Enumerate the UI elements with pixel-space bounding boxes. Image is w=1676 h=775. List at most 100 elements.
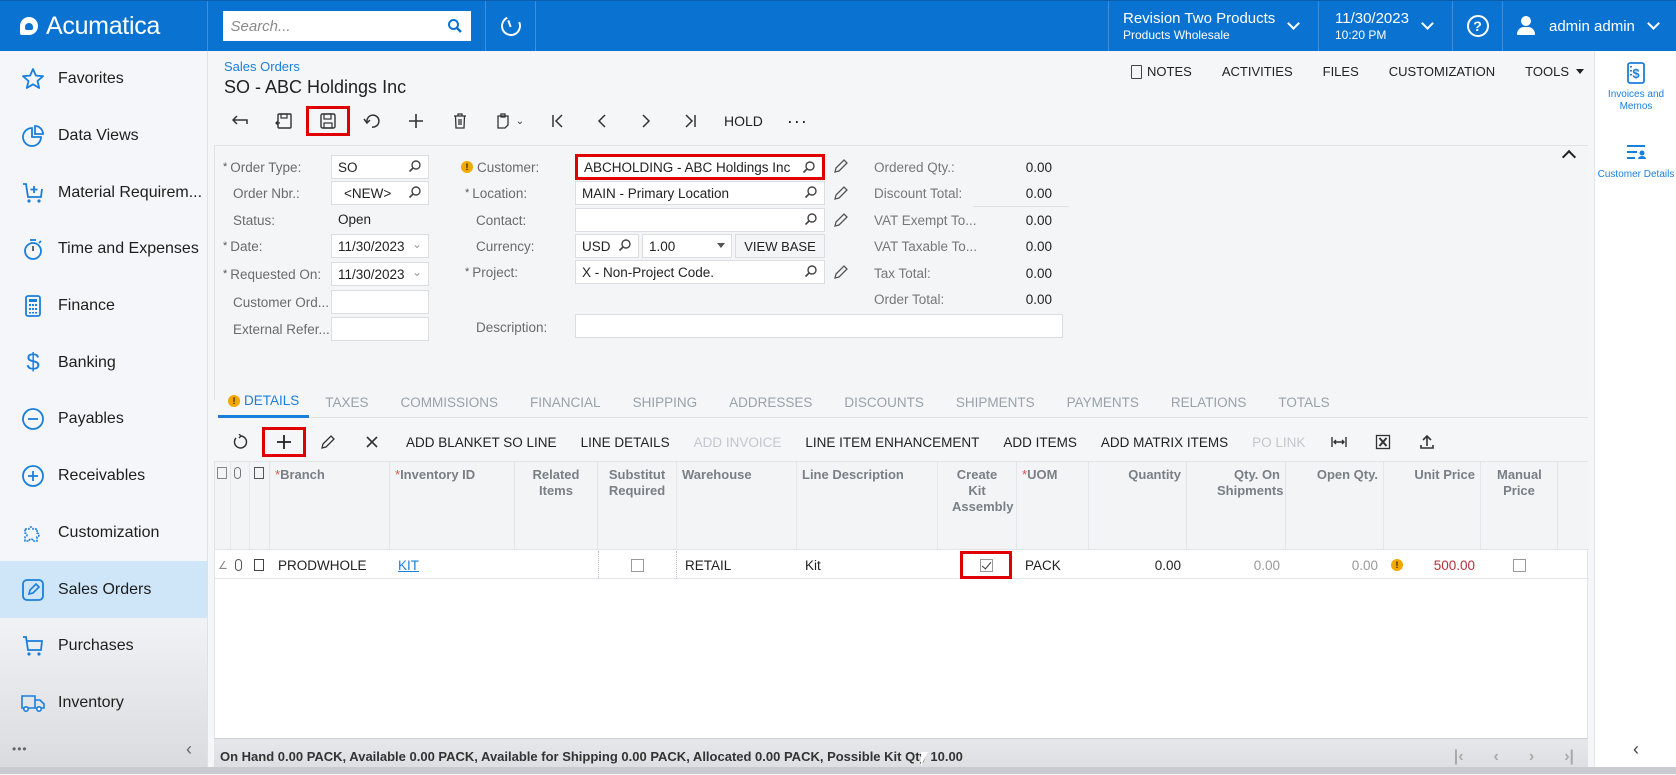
files-link[interactable]: FILES xyxy=(1323,64,1359,79)
edit-project-icon[interactable] xyxy=(833,264,849,280)
chevron-down-icon[interactable]: ⌄ xyxy=(412,237,422,251)
search-input[interactable] xyxy=(230,17,447,35)
lookup-icon[interactable] xyxy=(408,185,422,199)
save-button[interactable] xyxy=(306,106,350,136)
chevron-down-icon[interactable]: ⌄ xyxy=(412,265,422,279)
row-attachment-icon[interactable] xyxy=(231,551,250,579)
column-header-branch[interactable]: *Branch xyxy=(270,462,390,550)
customization-link[interactable]: CUSTOMIZATION xyxy=(1389,64,1495,79)
edit-customer-icon[interactable] xyxy=(833,158,849,174)
previous-record-button[interactable] xyxy=(580,106,624,136)
customer-order-field[interactable] xyxy=(331,290,429,314)
description-field[interactable] xyxy=(575,314,1063,338)
first-record-button[interactable] xyxy=(536,106,580,136)
cell-inventory-id[interactable]: KIT xyxy=(390,551,515,579)
requested-on-field[interactable]: 11/30/2023 ⌄ xyxy=(331,262,429,286)
search-box[interactable] xyxy=(222,11,471,41)
sidebar-item-sales-orders[interactable]: Sales Orders xyxy=(0,561,207,618)
business-date-selector[interactable]: 11/30/2023 10:20 PM xyxy=(1318,0,1452,52)
export-excel-button[interactable] xyxy=(1361,427,1405,457)
column-header-inventory-id[interactable]: *Inventory ID xyxy=(390,462,515,550)
sidebar-item-finance[interactable]: Finance xyxy=(0,278,207,335)
row-selector-header[interactable] xyxy=(215,462,231,550)
fit-columns-button[interactable] xyxy=(1317,427,1361,457)
tab-commissions[interactable]: COMMISSIONS xyxy=(385,386,515,418)
add-new-button[interactable] xyxy=(394,106,438,136)
cell-manual-price[interactable] xyxy=(1481,551,1558,579)
external-ref-field[interactable] xyxy=(331,317,429,341)
refresh-button[interactable] xyxy=(218,427,262,457)
column-header-warehouse[interactable]: Warehouse xyxy=(677,462,797,550)
search-icon[interactable] xyxy=(447,18,463,34)
sidebar-item-receivables[interactable]: Receivables xyxy=(0,448,207,505)
column-header-quantity[interactable]: Quantity xyxy=(1089,462,1187,550)
first-page-icon[interactable]: |‹ xyxy=(1454,748,1464,766)
row-note-icon[interactable] xyxy=(250,551,270,579)
tab-addresses[interactable]: ADDRESSES xyxy=(713,386,828,418)
collapse-sidebar-icon[interactable]: ‹ xyxy=(186,739,192,760)
sidebar-item-banking[interactable]: $ Banking xyxy=(0,334,207,391)
tab-financial[interactable]: FINANCIAL xyxy=(514,386,617,418)
activities-link[interactable]: ACTIVITIES xyxy=(1222,64,1293,79)
substitute-required-checkbox[interactable] xyxy=(631,558,644,572)
cell-create-kit-assembly[interactable] xyxy=(960,551,1012,579)
add-invoice-button[interactable]: ADD INVOICE xyxy=(682,435,794,450)
create-kit-assembly-checkbox[interactable] xyxy=(979,558,993,572)
cell-quantity[interactable]: 0.00 xyxy=(1089,551,1187,579)
add-items-button[interactable]: ADD ITEMS xyxy=(991,435,1089,450)
customer-field[interactable]: ABCHOLDING - ABC Holdings Inc xyxy=(575,154,825,180)
add-blanket-so-line-button[interactable]: ADD BLANKET SO LINE xyxy=(394,435,569,450)
column-header-uom[interactable]: *UOM xyxy=(1017,462,1089,550)
recent-history-button[interactable] xyxy=(486,0,536,52)
order-nbr-field[interactable]: <NEW> xyxy=(331,181,429,205)
tab-totals[interactable]: TOTALS xyxy=(1262,386,1345,418)
tab-discounts[interactable]: DISCOUNTS xyxy=(828,386,940,418)
order-type-field[interactable]: SO xyxy=(331,155,429,179)
sidebar-item-data-views[interactable]: Data Views xyxy=(0,108,207,165)
collapse-right-panel-icon[interactable]: ‹ xyxy=(1595,739,1676,760)
currency-rate-field[interactable]: 1.00 xyxy=(642,234,732,258)
branch-selector[interactable]: Revision Two Products Products Wholesale xyxy=(1108,0,1318,52)
sidebar-item-time-and-expenses[interactable]: Time and Expenses xyxy=(0,221,207,278)
lookup-icon[interactable] xyxy=(804,212,818,226)
next-page-icon[interactable]: › xyxy=(1529,748,1534,766)
lookup-icon[interactable] xyxy=(408,159,422,173)
tab-shipping[interactable]: SHIPPING xyxy=(617,386,714,418)
sidebar-item-favorites[interactable]: Favorites xyxy=(0,51,207,108)
hold-button[interactable]: HOLD xyxy=(712,106,775,136)
invoices-and-memos-link[interactable]: $ Invoices and Memos xyxy=(1595,61,1676,113)
delete-button[interactable] xyxy=(438,106,482,136)
column-header-create-kit-assembly[interactable]: Create Kit Assembly xyxy=(938,462,1017,550)
copy-paste-menu[interactable]: ⌄ xyxy=(482,106,536,136)
manual-price-checkbox[interactable] xyxy=(1513,558,1526,572)
po-link-button[interactable]: PO LINK xyxy=(1240,435,1317,450)
tab-relations[interactable]: RELATIONS xyxy=(1155,386,1263,418)
cell-unit-price[interactable]: 500.00 xyxy=(1407,551,1481,579)
table-row[interactable]: ∠ PRODWHOLE KIT RETAIL Kit PACK 0.00 0.0… xyxy=(215,551,1589,579)
user-menu[interactable]: admin admin xyxy=(1502,0,1676,52)
date-field[interactable]: 11/30/2023 ⌄ xyxy=(331,234,429,258)
more-menu-button[interactable]: ••• xyxy=(12,742,28,756)
lookup-icon[interactable] xyxy=(802,160,816,174)
column-header-qty-on-shipments[interactable]: Qty. On Shipments xyxy=(1187,462,1286,550)
cell-substitute-required[interactable] xyxy=(598,551,677,579)
previous-page-icon[interactable]: ‹ xyxy=(1494,748,1499,766)
notes-link[interactable]: NOTES xyxy=(1131,64,1192,79)
tab-taxes[interactable]: TAXES xyxy=(309,386,384,418)
last-record-button[interactable] xyxy=(668,106,712,136)
acumatica-logo[interactable]: Acumatica xyxy=(0,0,208,52)
edit-location-icon[interactable] xyxy=(833,185,849,201)
cell-uom[interactable]: PACK xyxy=(1017,551,1089,579)
currency-field[interactable]: USD xyxy=(575,234,639,258)
sidebar-item-customization[interactable]: Customization xyxy=(0,505,207,562)
column-header-open-qty[interactable]: Open Qty. xyxy=(1286,462,1384,550)
delete-row-button[interactable] xyxy=(350,427,394,457)
column-header-substitute-required[interactable]: Substitut Required xyxy=(598,462,677,550)
project-field[interactable]: X - Non-Project Code. xyxy=(575,260,825,284)
breadcrumb[interactable]: Sales Orders xyxy=(224,59,300,74)
back-button[interactable] xyxy=(218,106,262,136)
add-row-button[interactable] xyxy=(262,427,306,457)
tab-shipments[interactable]: SHIPMENTS xyxy=(940,386,1051,418)
upload-button[interactable] xyxy=(1405,427,1449,457)
lookup-icon[interactable] xyxy=(618,238,632,252)
